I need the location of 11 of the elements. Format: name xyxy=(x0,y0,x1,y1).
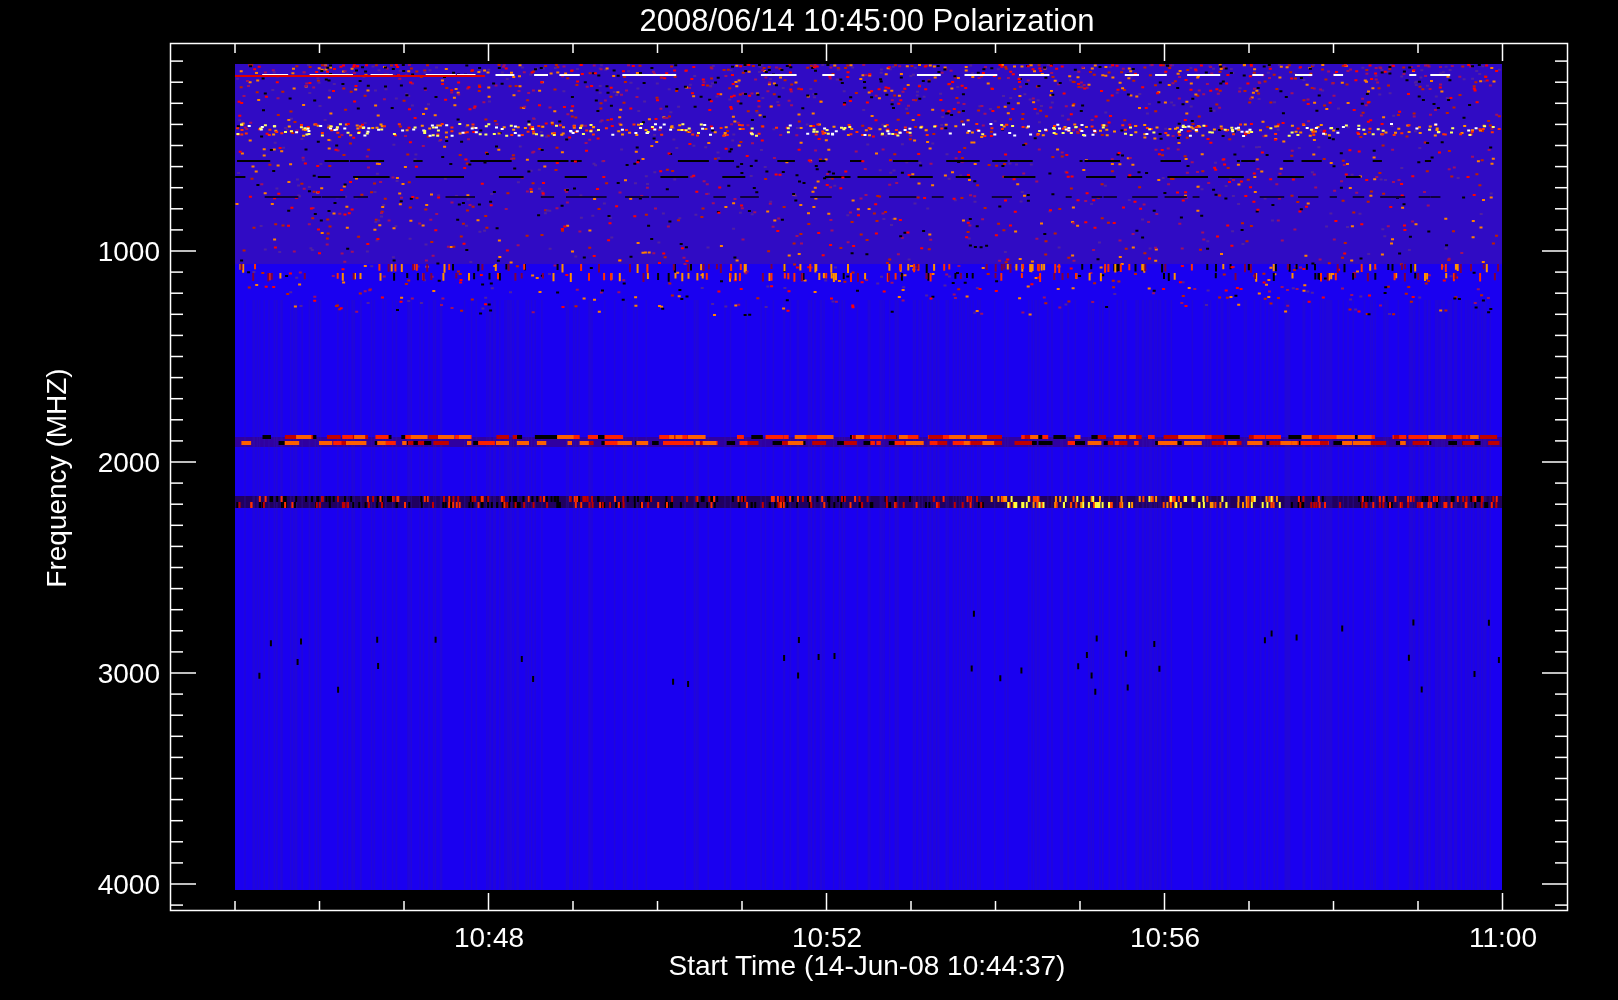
tick-label: 1000 xyxy=(97,236,160,267)
axis-label: Start Time (14-Jun-08 10:44:37) xyxy=(668,950,1066,981)
tick-label: 10:56 xyxy=(1129,922,1201,953)
tick-label: 10:48 xyxy=(453,922,525,953)
tick-label: 3000 xyxy=(97,658,160,689)
tick-label: 4000 xyxy=(97,869,160,900)
tick-label: 10:52 xyxy=(791,922,863,953)
tick-label: 11:00 xyxy=(1469,922,1537,953)
plot-title: 2008/06/14 10:45:00 Polarization xyxy=(639,3,1095,38)
axis-label: Frequency (MHZ) xyxy=(41,368,72,588)
tick-label: 2000 xyxy=(97,447,160,478)
